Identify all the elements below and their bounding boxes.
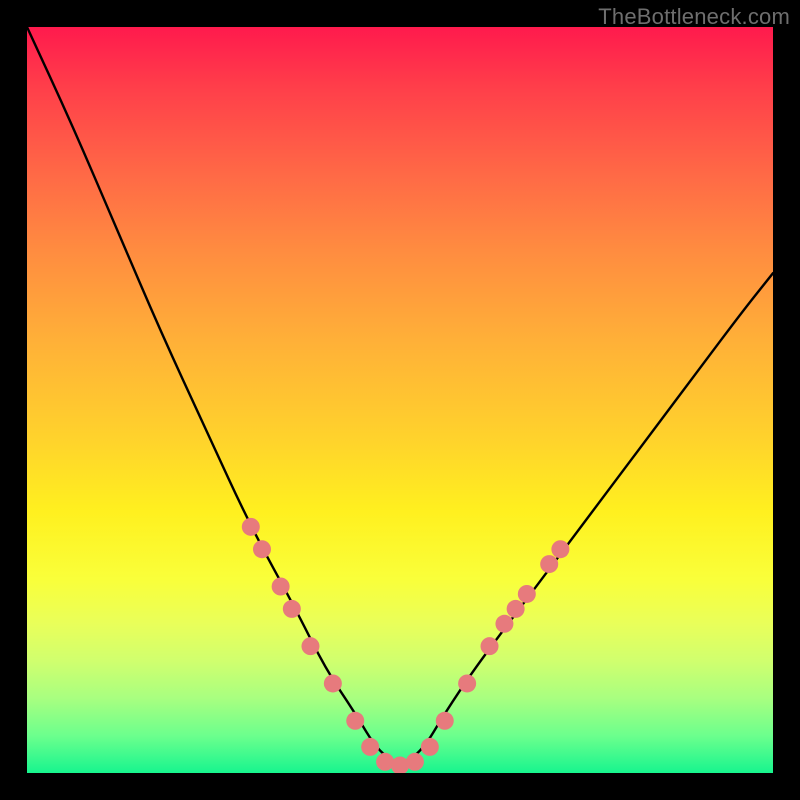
highlight-dot [481,637,499,655]
highlight-dot [436,712,454,730]
chart-container: TheBottleneck.com [0,0,800,800]
highlight-dot [391,757,409,773]
highlight-dot [361,738,379,756]
highlight-dot [301,637,319,655]
highlight-dot [518,585,536,603]
highlight-dot [346,712,364,730]
highlight-dot [242,518,260,536]
bottleneck-curve [27,27,773,762]
curve-svg [27,27,773,773]
highlight-dot [283,600,301,618]
highlight-dot [551,540,569,558]
highlight-dot [421,738,439,756]
highlight-dot [324,674,342,692]
highlight-dots [242,518,570,773]
highlight-dot [495,615,513,633]
highlight-dot [540,555,558,573]
highlight-dot [507,600,525,618]
highlight-dot [272,578,290,596]
highlight-dot [406,753,424,771]
plot-area [27,27,773,773]
highlight-dot [253,540,271,558]
highlight-dot [458,674,476,692]
